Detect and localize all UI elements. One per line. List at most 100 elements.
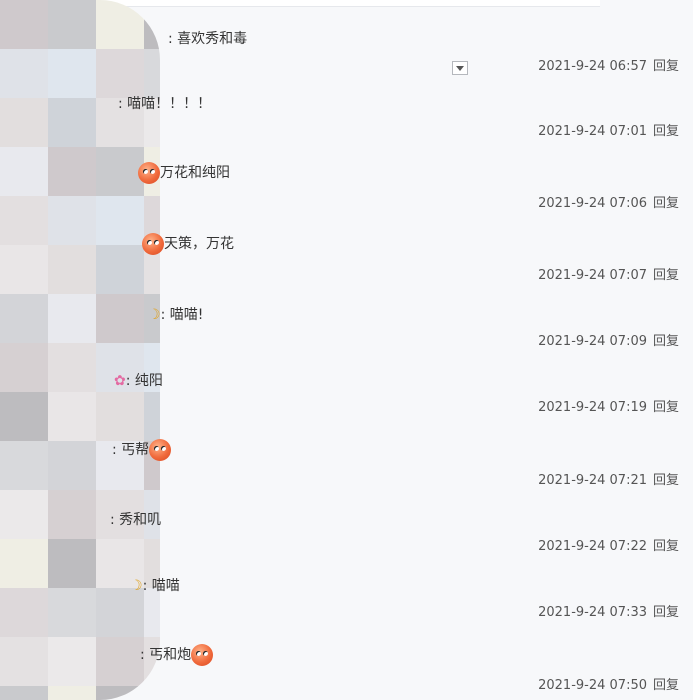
reply-link[interactable]: 回复 [653, 678, 679, 693]
dropdown-arrow-icon[interactable] [452, 61, 468, 75]
comment-time: 2021-9-24 07:22 [538, 539, 647, 554]
blur-cell [0, 392, 48, 441]
blur-cell [96, 294, 144, 343]
blur-cell [0, 343, 48, 392]
comment-time: 2021-9-24 06:57 [538, 59, 647, 74]
flower-emoji-icon: ✿ [114, 373, 126, 389]
moon-emoji-icon: ☽ [148, 307, 161, 323]
comment-time: 2021-9-24 07:21 [538, 473, 647, 488]
reply-link[interactable]: 回复 [653, 196, 679, 211]
blur-cell [0, 490, 48, 539]
blur-cell [0, 441, 48, 490]
comment-text: : 喵喵！！！！ [118, 94, 211, 114]
blur-cell [48, 343, 96, 392]
reply-link[interactable]: 回复 [653, 124, 679, 139]
blur-cell [96, 392, 144, 441]
comment-text: : 秀和叽 [110, 510, 161, 530]
blur-cell [0, 588, 48, 637]
comment-body: 天策，万花 [164, 236, 234, 252]
comment-text: ☽ : 喵喵! [148, 305, 203, 325]
comment-meta: 2021-9-24 07:06 回复 [538, 195, 679, 213]
comment-meta: 2021-9-24 07:21 回复 [538, 472, 679, 490]
comment-body: : 喵喵! [160, 307, 204, 323]
comment-body: : 秀和叽 [110, 512, 162, 528]
comment-meta: 2021-9-24 07:01 回复 [538, 123, 679, 141]
blur-cell [96, 196, 144, 245]
blur-cell [0, 245, 48, 294]
blur-cell [48, 245, 96, 294]
blur-cell [144, 49, 160, 98]
blur-cell [48, 441, 96, 490]
blur-cell [0, 0, 48, 49]
blur-cell [96, 49, 144, 98]
blur-cell [48, 0, 96, 49]
blur-cell [0, 637, 48, 686]
blur-cell [96, 0, 144, 49]
comment-meta: 2021-9-24 07:22 回复 [538, 538, 679, 556]
face-emoji-icon [191, 644, 214, 666]
blur-cell [96, 147, 144, 196]
blur-cell [48, 49, 96, 98]
blur-cell [0, 49, 48, 98]
blur-cell [0, 147, 48, 196]
reply-link[interactable]: 回复 [653, 59, 679, 74]
blur-cell [48, 98, 96, 147]
comment-meta: 2021-9-24 07:33 回复 [538, 604, 679, 622]
comment-meta: 2021-9-24 07:50 回复 [538, 677, 679, 695]
comment-meta: 2021-9-24 07:09 回复 [538, 333, 679, 351]
comment-body: : 喵喵 [142, 578, 180, 594]
comment-body: 万花和纯阳 [160, 165, 230, 181]
blur-cell [48, 294, 96, 343]
blur-cell [96, 686, 144, 700]
blur-cell [96, 245, 144, 294]
reply-link[interactable]: 回复 [653, 605, 679, 620]
reply-link[interactable]: 回复 [653, 334, 679, 349]
comment-meta: 2021-9-24 06:57 回复 [538, 58, 679, 76]
face-emoji-icon [138, 162, 160, 184]
comment-time: 2021-9-24 07:07 [538, 268, 647, 283]
comment-time: 2021-9-24 07:19 [538, 400, 647, 415]
blur-cell [48, 392, 96, 441]
blur-cell [0, 539, 48, 588]
face-emoji-icon [149, 439, 172, 461]
moon-emoji-icon: ☽ [130, 578, 143, 594]
comment-meta: 2021-9-24 07:19 回复 [538, 399, 679, 417]
comment-text: : 喜欢秀和毒 [168, 29, 247, 49]
comment-text: : 丐和炮 [140, 644, 214, 666]
reply-link[interactable]: 回复 [653, 539, 679, 554]
comment-meta: 2021-9-24 07:07 回复 [538, 267, 679, 285]
blur-cell [144, 0, 160, 49]
reply-link[interactable]: 回复 [653, 400, 679, 415]
blur-cell [48, 147, 96, 196]
blur-cell [48, 539, 96, 588]
comment-body: : 丐和炮 [140, 647, 192, 663]
comment-text: 天策，万花 [142, 233, 234, 255]
comment-time: 2021-9-24 07:09 [538, 334, 647, 349]
reply-link[interactable]: 回复 [653, 268, 679, 283]
comment-time: 2021-9-24 07:33 [538, 605, 647, 620]
comment-time: 2021-9-24 07:50 [538, 678, 647, 693]
blur-cell [0, 98, 48, 147]
blur-cell [48, 637, 96, 686]
comment-body: : 喜欢秀和毒 [168, 31, 248, 47]
comment-body: : 喵喵！！！！ [118, 96, 212, 112]
comment-time: 2021-9-24 07:06 [538, 196, 647, 211]
blur-cell [48, 686, 96, 700]
comment-text: ☽ : 喵喵 [130, 576, 180, 596]
blur-cell [144, 392, 160, 441]
blur-cell [144, 686, 160, 700]
comment-body: : 纯阳 [125, 373, 163, 389]
blur-cell [48, 196, 96, 245]
comment-body: : 丐帮 [112, 442, 150, 458]
reply-link[interactable]: 回复 [653, 473, 679, 488]
blur-cell [0, 294, 48, 343]
comment-text: 万花和纯阳 [138, 162, 230, 184]
comment-time: 2021-9-24 07:01 [538, 124, 647, 139]
blur-cell [0, 196, 48, 245]
blur-cell [48, 490, 96, 539]
comment-text: ✿ : 纯阳 [114, 371, 163, 391]
blur-cell [48, 588, 96, 637]
comment-text: : 丐帮 [112, 439, 172, 461]
face-emoji-icon [142, 233, 164, 255]
blur-cell [0, 686, 48, 700]
